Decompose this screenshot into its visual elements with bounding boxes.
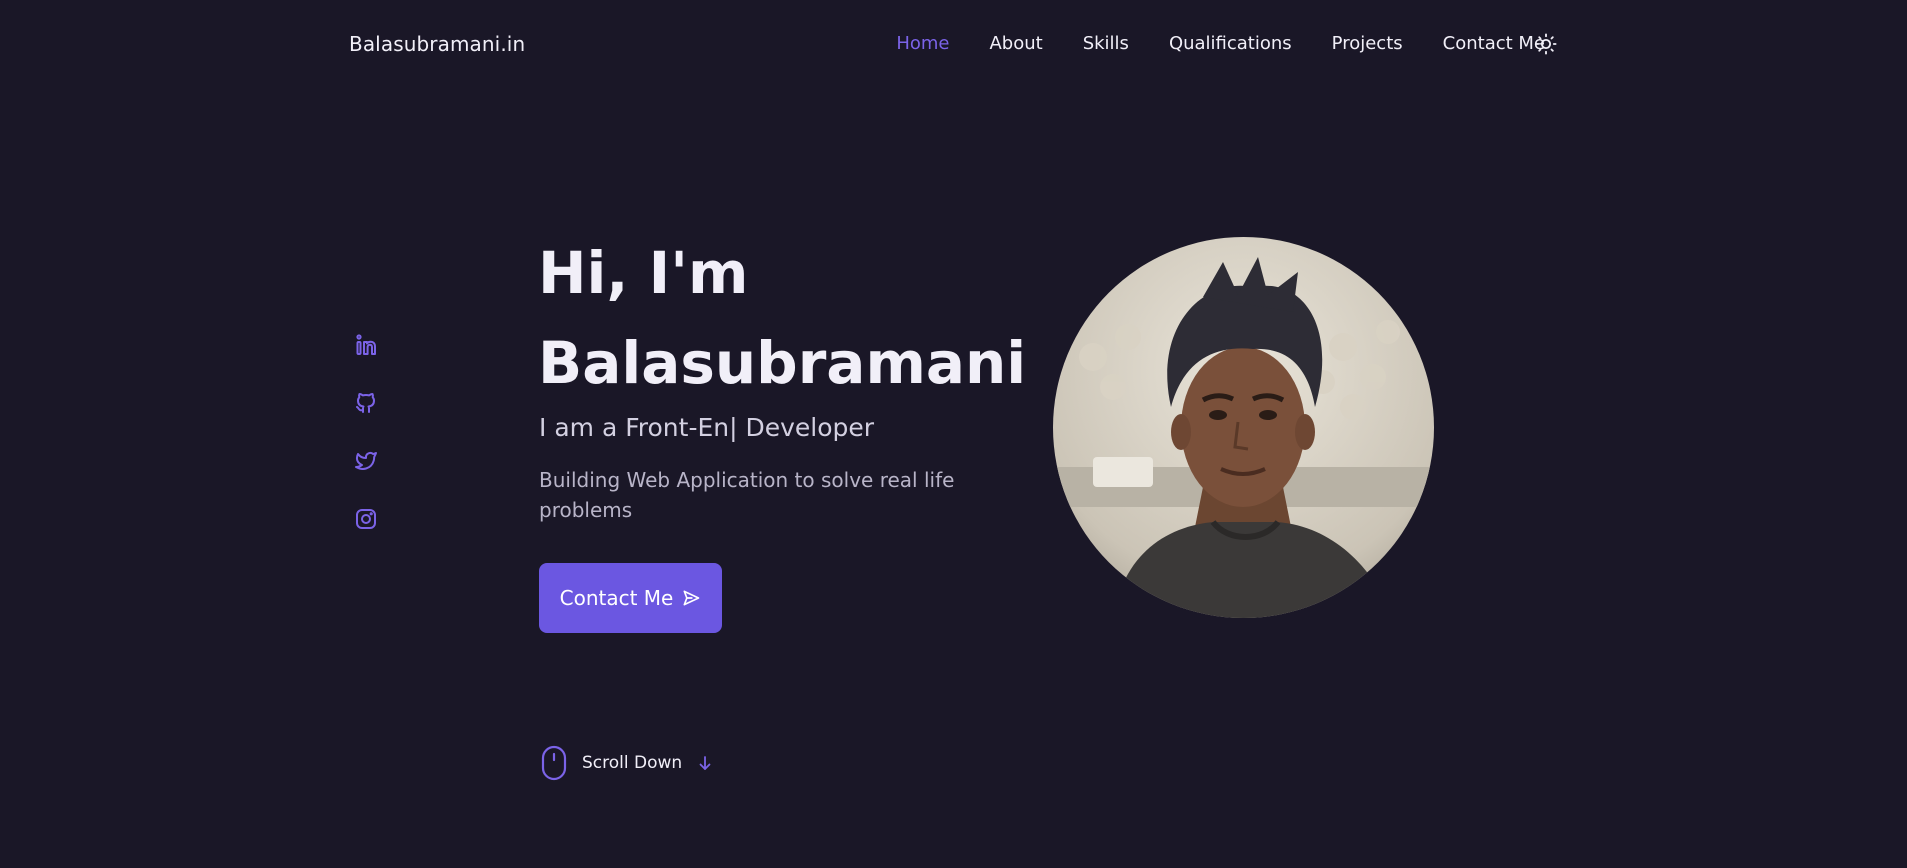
nav-contact[interactable]: Contact Me — [1443, 33, 1545, 54]
contact-me-button-label: Contact Me — [559, 586, 674, 610]
mouse-icon — [540, 745, 568, 781]
contact-me-button[interactable]: Contact Me — [539, 563, 722, 633]
twitter-icon[interactable] — [354, 449, 378, 473]
arrow-down-icon — [682, 754, 714, 772]
nav-skills[interactable]: Skills — [1083, 33, 1129, 54]
hero-title-line1: Hi, I'm — [538, 239, 749, 307]
hero-subtitle: I am a Front-En| Developer — [539, 413, 875, 442]
site-logo[interactable]: Balasubramani.in — [349, 32, 525, 56]
nav-qualifications[interactable]: Qualifications — [1169, 33, 1292, 54]
send-icon — [683, 590, 700, 606]
linkedin-icon[interactable] — [354, 333, 378, 357]
profile-photo — [1053, 237, 1434, 618]
hero-title: Hi, I'm Balasubramani — [538, 228, 1026, 408]
nav-home[interactable]: Home — [896, 33, 949, 54]
portfolio-page: Balasubramani.in Home About Skills Quali… — [0, 0, 1907, 868]
sun-icon[interactable] — [1535, 33, 1557, 55]
hero-description: Building Web Application to solve real l… — [539, 468, 955, 522]
scroll-down-link[interactable]: Scroll Down — [540, 745, 714, 781]
hero-title-line2: Balasubramani — [538, 329, 1027, 397]
main-nav: Home About Skills Qualifications Project… — [896, 33, 1545, 54]
scroll-down-label: Scroll Down — [582, 753, 683, 773]
nav-projects[interactable]: Projects — [1332, 33, 1403, 54]
instagram-icon[interactable] — [354, 507, 378, 531]
nav-about[interactable]: About — [989, 33, 1042, 54]
social-links — [354, 333, 378, 531]
github-icon[interactable] — [354, 391, 378, 415]
